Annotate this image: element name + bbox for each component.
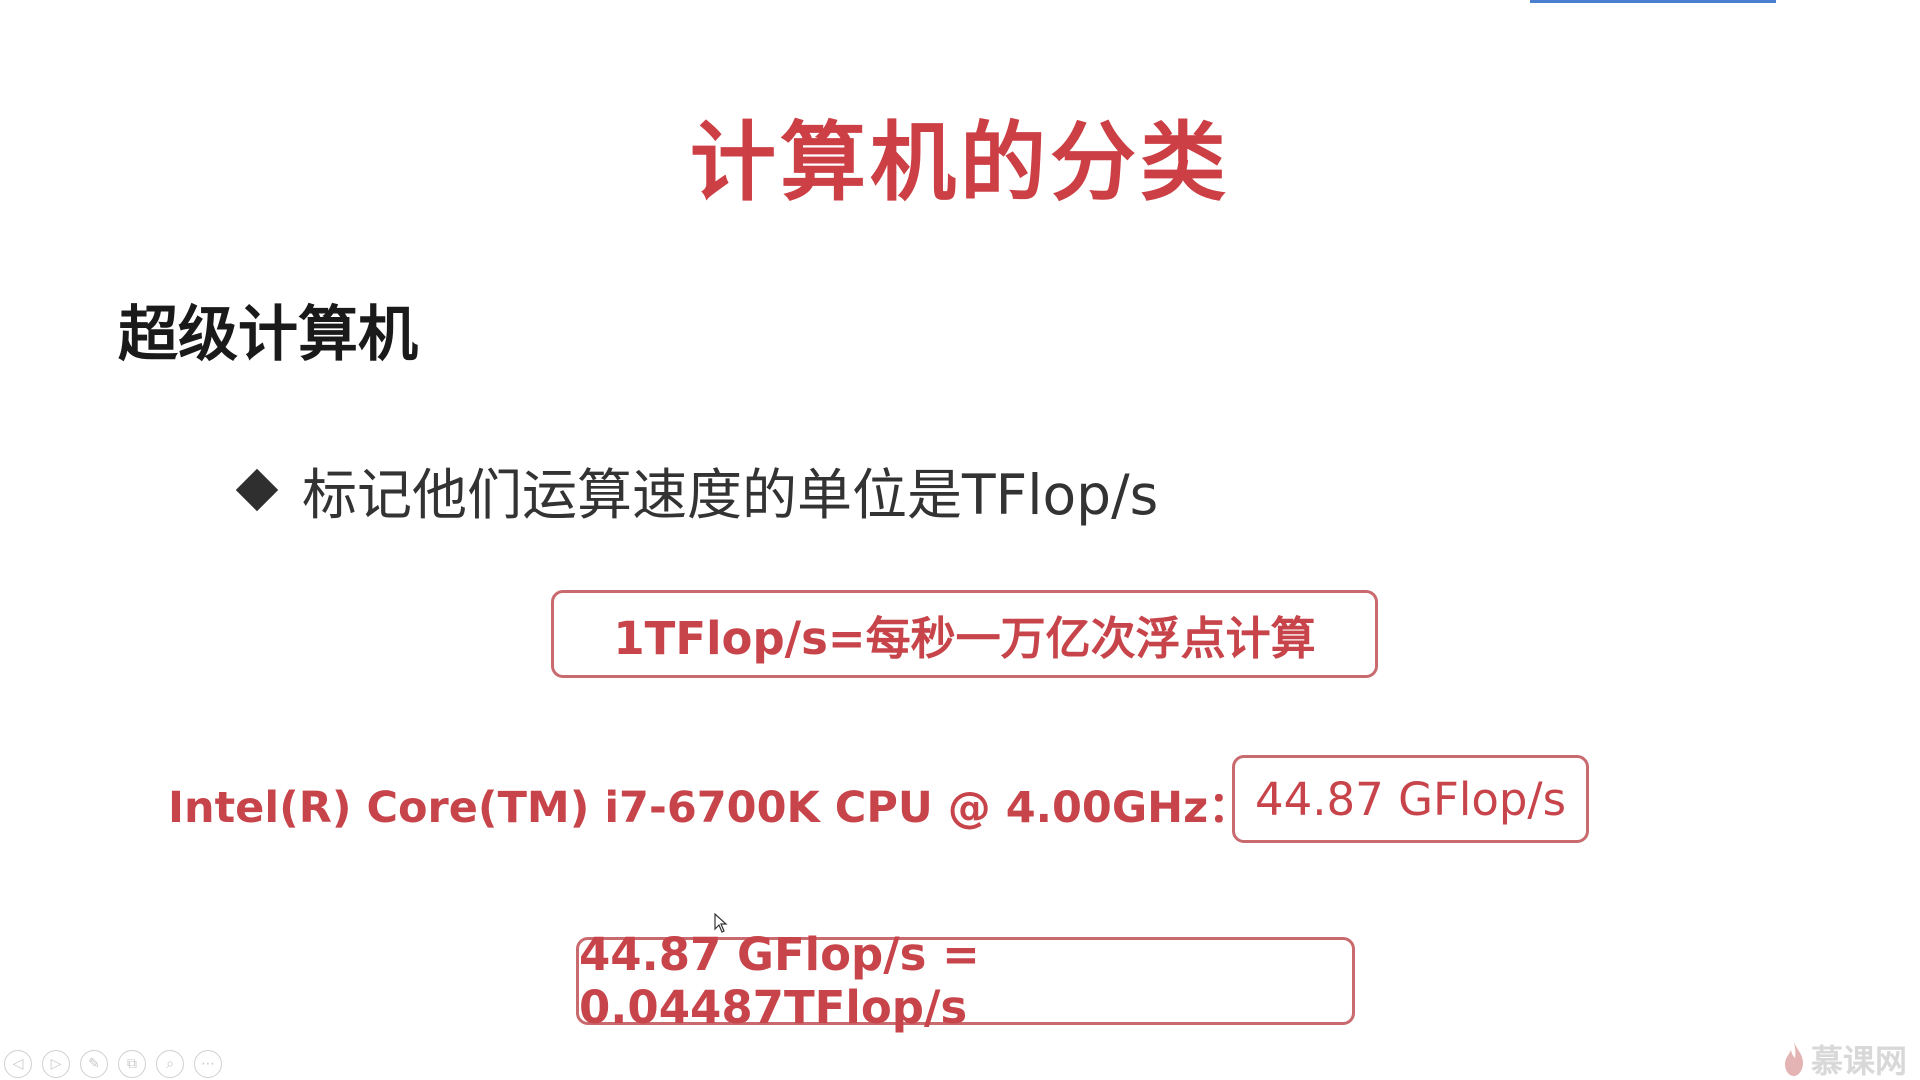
cpu-value-box: 44.87 GFlop/s bbox=[1232, 755, 1589, 843]
more-options-button[interactable]: ⋯ bbox=[194, 1050, 222, 1078]
mouse-cursor-icon bbox=[714, 913, 728, 933]
prev-slide-button[interactable]: ◁ bbox=[4, 1050, 32, 1078]
top-accent-bar bbox=[1530, 0, 1776, 3]
zoom-button[interactable]: ⌕ bbox=[156, 1050, 184, 1078]
watermark-logo: 慕课网 bbox=[1783, 1036, 1907, 1080]
pen-icon: ✎ bbox=[88, 1056, 100, 1072]
next-icon: ▷ bbox=[50, 1056, 62, 1072]
flame-icon bbox=[1785, 1042, 1803, 1076]
zoom-icon: ⌕ bbox=[166, 1056, 174, 1072]
slide-title: 计算机的分类 bbox=[690, 113, 1230, 213]
cpu-label: Intel(R) Core(TM) i7-6700K CPU @ 4.00GHz… bbox=[168, 783, 1252, 833]
more-icon: ⋯ bbox=[201, 1056, 215, 1072]
section-heading: 超级计算机 bbox=[118, 300, 418, 370]
prev-icon: ◁ bbox=[12, 1056, 24, 1072]
slide-canvas: 计算机的分类 超级计算机 标记他们运算速度的单位是TFlop/s 1TFlop/… bbox=[0, 0, 1920, 1080]
definition-box: 1TFlop/s=每秒一万亿次浮点计算 bbox=[551, 590, 1378, 678]
bullet-text: 标记他们运算速度的单位是TFlop/s bbox=[302, 463, 1159, 527]
copy-icon: ⧉ bbox=[127, 1056, 137, 1072]
diamond-bullet-icon bbox=[235, 468, 279, 512]
bullet-item: 标记他们运算速度的单位是TFlop/s bbox=[235, 450, 1159, 530]
next-slide-button[interactable]: ▷ bbox=[42, 1050, 70, 1078]
pen-tool-button[interactable]: ✎ bbox=[80, 1050, 108, 1078]
watermark-text: 慕课网 bbox=[1811, 1042, 1908, 1080]
presentation-toolbar: ◁ ▷ ✎ ⧉ ⌕ ⋯ bbox=[4, 1050, 222, 1078]
slides-overview-button[interactable]: ⧉ bbox=[118, 1050, 146, 1078]
conversion-box: 44.87 GFlop/s = 0.04487TFlop/s bbox=[576, 928, 1355, 1034]
